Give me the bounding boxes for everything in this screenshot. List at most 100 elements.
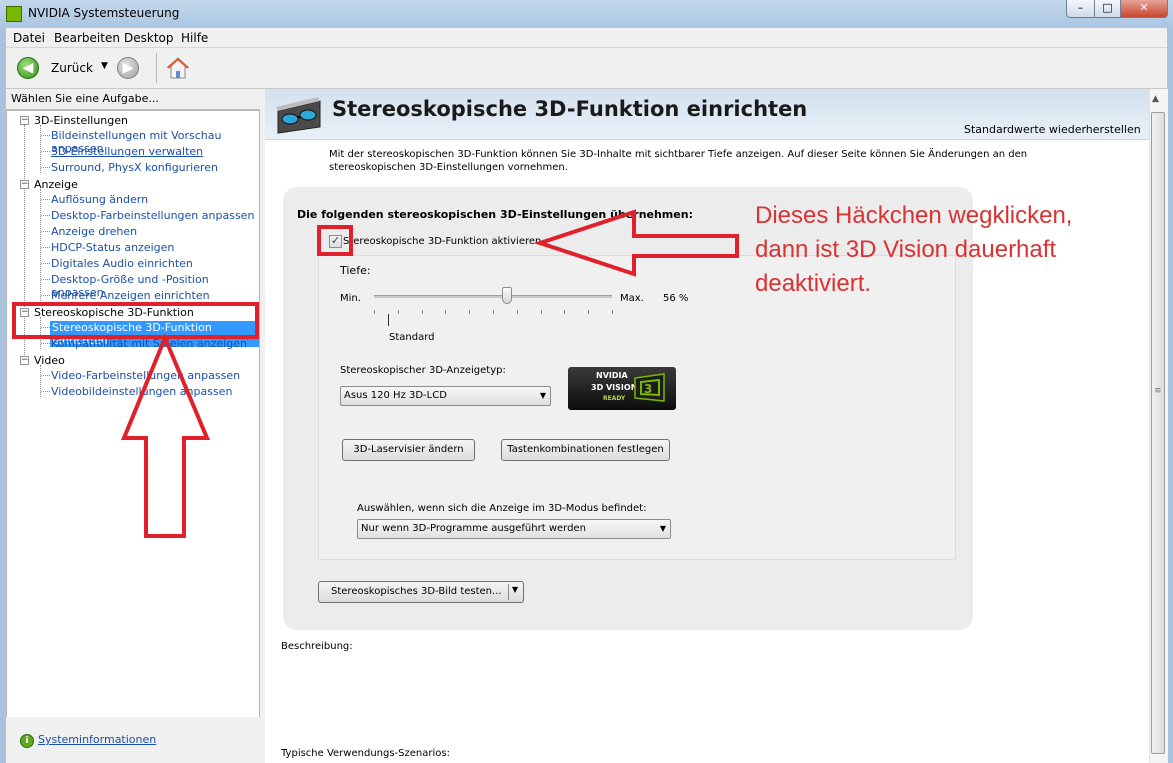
chevron-down-icon: ▼ <box>659 524 666 533</box>
menu-desktop[interactable]: Desktop <box>124 31 174 45</box>
slider-tick-mark <box>541 310 542 314</box>
annotation-text: Dieses Häckchen wegklicken, dann ist 3D … <box>755 199 1115 301</box>
scrollbar-grip-icon: ≡ <box>1154 386 1162 396</box>
slider-tick-mark <box>493 310 494 314</box>
collapse-3d-settings-icon[interactable]: − <box>20 116 29 125</box>
display-type-dropdown[interactable]: Asus 120 Hz 3D-LCD ▼ <box>340 386 551 406</box>
back-button-label[interactable]: Zurück <box>51 61 93 75</box>
sidebar-item-video-image[interactable]: Videobildeinstellungen anpassen <box>51 385 232 398</box>
stereo-3d-glasses-icon <box>276 97 321 134</box>
tree-connector <box>41 295 50 296</box>
collapse-video-icon[interactable]: − <box>20 356 29 365</box>
task-pane-header: Wählen Sie eine Aufgabe... <box>6 89 260 109</box>
page-title: Stereoskopische 3D-Funktion einrichten <box>332 97 808 121</box>
badge-name: 3D VISION <box>591 383 638 392</box>
tree-connector <box>41 199 50 200</box>
3d-vision-logo-icon: 3 <box>634 373 665 402</box>
test-button-label: Stereoskopisches 3D-Bild testen... <box>331 586 502 597</box>
tree-connector <box>40 365 41 397</box>
tree-category-video[interactable]: Video <box>34 354 65 367</box>
split-button-separator <box>508 584 509 600</box>
tree-category-3d-settings[interactable]: 3D-Einstellungen <box>34 114 128 127</box>
slider-tick-mark <box>445 310 446 314</box>
sidebar-item-resolution[interactable]: Auflösung ändern <box>51 193 148 206</box>
sidebar-item-manage-3d[interactable]: 3D-Einstellungen verwalten <box>51 145 203 158</box>
standard-tick-mark <box>388 314 389 326</box>
sidebar-item-surround-physx[interactable]: Surround, PhysX konfigurieren <box>51 161 218 174</box>
task-tree: − 3D-Einstellungen Bildeinstellungen mit… <box>6 110 260 718</box>
menu-hilfe[interactable]: Hilfe <box>181 31 208 45</box>
tree-connector <box>41 231 50 232</box>
annotation-line-2: dann ist 3D Vision dauerhaft <box>755 236 1057 263</box>
slider-tick-mark <box>422 310 423 314</box>
forward-arrow-icon[interactable]: ▶ <box>117 57 139 79</box>
scrollbar-thumb[interactable] <box>1151 112 1165 754</box>
annotation-line-3: deaktiviert. <box>755 270 872 297</box>
enable-stereo-3d-label[interactable]: Stereoskopische 3D-Funktion aktivieren <box>343 236 541 247</box>
collapse-display-icon[interactable]: − <box>20 180 29 189</box>
system-info-link[interactable]: Systeminformationen <box>38 733 156 746</box>
tree-connector <box>41 375 50 376</box>
maximize-button[interactable]: □ <box>1094 0 1121 18</box>
back-arrow-icon[interactable]: ◀ <box>17 57 39 79</box>
tree-connector <box>41 215 50 216</box>
slider-tick-mark <box>612 310 613 314</box>
3d-mode-dropdown[interactable]: Nur wenn 3D-Programme ausgeführt werden … <box>357 519 671 539</box>
usage-scenarios-label: Typische Verwendungs-Szenarios: <box>281 748 450 759</box>
toolbar-separator <box>156 53 157 83</box>
tree-connector <box>41 151 50 152</box>
depth-min-label: Min. <box>340 293 361 304</box>
slider-tick-mark <box>398 310 399 314</box>
close-button[interactable]: ✕ <box>1120 0 1168 18</box>
standard-label: Standard <box>389 332 435 343</box>
page-description: Mit der stereoskopischen 3D-Funktion kön… <box>329 149 1028 173</box>
task-pane-footer: i Systeminformationen <box>6 717 260 763</box>
sidebar-item-desktop-color[interactable]: Desktop-Farbeinstellungen anpassen <box>51 209 254 222</box>
slider-tick-mark <box>469 310 470 314</box>
nvidia-app-icon <box>6 6 22 22</box>
slider-tick-mark <box>588 310 589 314</box>
sidebar-item-rotate-display[interactable]: Anzeige drehen <box>51 225 137 238</box>
tree-connector <box>41 391 50 392</box>
slider-tick-mark <box>374 310 375 314</box>
restore-defaults-link[interactable]: Standardwerte wiederherstellen <box>964 123 1141 136</box>
tree-category-display[interactable]: Anzeige <box>34 178 78 191</box>
split-button-arrow-icon[interactable]: ▼ <box>512 585 518 594</box>
minimize-button[interactable]: – <box>1066 0 1095 18</box>
svg-text:3: 3 <box>644 382 652 396</box>
back-history-dropdown-icon[interactable]: ▼ <box>101 61 108 71</box>
display-type-value: Asus 120 Hz 3D-LCD <box>344 390 447 401</box>
description-label: Beschreibung: <box>281 641 353 652</box>
system-info-icon: i <box>20 734 34 748</box>
depth-value: 56 % <box>663 293 689 304</box>
display-type-label: Stereoskopischer 3D-Anzeigetyp: <box>340 365 506 376</box>
tree-connector <box>41 263 50 264</box>
tree-connector <box>41 343 50 344</box>
tree-connector <box>40 125 41 173</box>
checkbox-highlight-box <box>317 225 353 256</box>
depth-slider-track[interactable] <box>374 295 612 298</box>
sidebar-item-hdcp-status[interactable]: HDCP-Status anzeigen <box>51 241 174 254</box>
annotation-line-1: Dieses Häckchen wegklicken, <box>755 202 1073 229</box>
tree-connector <box>41 279 50 280</box>
depth-slider-thumb[interactable] <box>502 287 512 304</box>
chevron-down-icon: ▼ <box>539 391 546 400</box>
menu-bearbeiten[interactable]: Bearbeiten <box>54 31 120 45</box>
set-keyboard-shortcuts-button[interactable]: Tastenkombinationen festlegen <box>501 439 670 461</box>
task-pane-title: Wählen Sie eine Aufgabe... <box>11 92 159 105</box>
scroll-up-arrow-icon[interactable]: ▲ <box>1152 94 1159 104</box>
tree-connector <box>41 135 50 136</box>
window-title: NVIDIA Systemsteuerung <box>28 6 180 20</box>
home-icon[interactable] <box>166 56 190 80</box>
sidebar-item-digital-audio[interactable]: Digitales Audio einrichten <box>51 257 193 270</box>
menu-bar: Datei Bearbeiten Desktop Hilfe <box>6 28 1167 48</box>
sidebar-item-multiple-displays[interactable]: Mehrere Anzeigen einrichten <box>51 289 210 302</box>
tree-connector <box>40 189 41 301</box>
depth-label: Tiefe: <box>340 264 371 277</box>
sidebar-item-video-color[interactable]: Video-Farbeinstellungen anpassen <box>51 369 240 382</box>
test-stereo-3d-button[interactable]: Stereoskopisches 3D-Bild testen... <box>318 581 524 603</box>
toolbar: ◀ Zurück ▼ ▶ <box>6 48 1167 89</box>
change-laser-sight-button[interactable]: 3D-Laservisier ändern <box>342 439 475 461</box>
menu-datei[interactable]: Datei <box>13 31 45 45</box>
settings-heading: Die folgenden stereoskopischen 3D-Einste… <box>297 208 693 221</box>
